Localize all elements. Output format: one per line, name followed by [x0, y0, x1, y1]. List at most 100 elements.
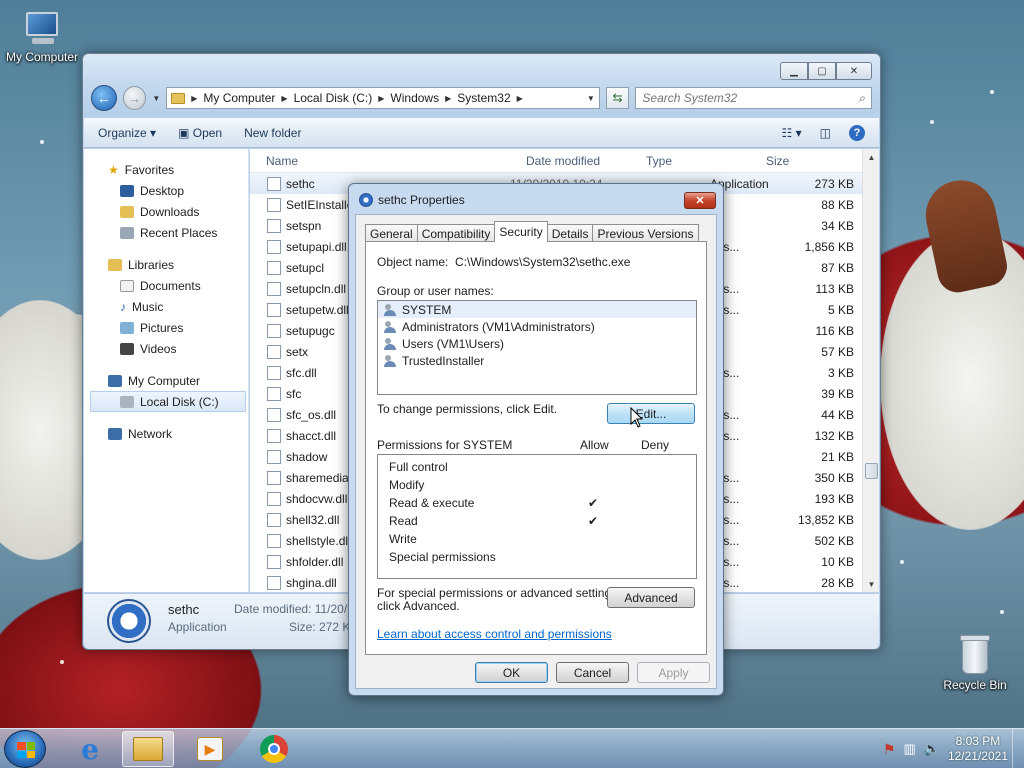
taskbar-chrome[interactable] [248, 731, 300, 767]
recent-pages-dropdown[interactable]: ▼ [152, 94, 160, 103]
address-bar[interactable]: ▶ My Computer ▶ Local Disk (C:) ▶ Window… [166, 87, 600, 109]
nav-my-computer[interactable]: My Computer [84, 370, 248, 391]
navigation-pane: ★ Favorites Desktop Downloads Recent Plac… [84, 149, 249, 592]
window-controls: ▁ ▢ ✕ [780, 62, 872, 80]
show-desktop-button[interactable] [1012, 729, 1024, 768]
computer-icon [22, 10, 62, 48]
breadcrumb-my-computer[interactable]: My Computer [203, 91, 275, 105]
taskbar-internet-explorer[interactable]: e [64, 731, 116, 767]
new-folder-button[interactable]: New folder [244, 126, 301, 140]
desktop-icon-label: My Computer [5, 50, 79, 64]
back-button[interactable]: ← [91, 85, 117, 111]
breadcrumb-system32[interactable]: System32 [457, 91, 510, 105]
nav-network[interactable]: Network [84, 423, 248, 444]
action-center-icon[interactable]: ⚑ [883, 741, 896, 758]
start-button[interactable] [4, 730, 46, 768]
user-list-item[interactable]: SYSTEM [378, 301, 696, 318]
taskbar-windows-explorer[interactable] [122, 731, 174, 767]
column-header-date[interactable]: Date modified [510, 154, 630, 168]
search-input[interactable] [642, 91, 859, 105]
nav-videos[interactable]: Videos [84, 338, 248, 359]
open-button[interactable]: ▣ Open [178, 126, 222, 140]
chevron-right-icon[interactable]: ▶ [281, 94, 287, 103]
nav-music[interactable]: ♪ Music [84, 296, 248, 317]
file-size-cell: 193 KB [814, 491, 854, 506]
file-size-cell: 13,852 KB [797, 512, 854, 527]
recycle-bin-icon [958, 632, 992, 676]
drive-icon [120, 395, 134, 408]
clock[interactable]: 8:03 PM 12/21/2021 [948, 734, 1008, 764]
desktop-icon-recycle-bin[interactable]: Recycle Bin [933, 632, 1017, 692]
mouse-cursor-icon [630, 407, 644, 428]
scroll-up-icon[interactable]: ▲ [863, 149, 880, 165]
taskbar-media-player[interactable]: ▶ [184, 731, 236, 767]
maximize-button[interactable]: ▢ [808, 62, 836, 80]
tab-previous-versions[interactable]: Previous Versions [592, 224, 699, 242]
desktop-icon-my-computer[interactable]: My Computer [0, 10, 84, 64]
ok-button[interactable]: OK [475, 662, 548, 683]
tab-security[interactable]: Security [494, 221, 548, 242]
user-list[interactable]: SYSTEM Administrators (VM1\Administrator… [377, 300, 697, 395]
apply-button[interactable]: Apply [637, 662, 710, 683]
file-size-cell: 87 KB [821, 260, 854, 275]
chevron-right-icon[interactable]: ▶ [378, 94, 384, 103]
nav-pictures[interactable]: Pictures [84, 317, 248, 338]
permission-allow-check: ✔ [588, 496, 599, 510]
file-size-cell: 34 KB [821, 218, 854, 233]
user-list-item[interactable]: TrustedInstaller [378, 352, 696, 369]
nav-downloads[interactable]: Downloads [84, 201, 248, 222]
scroll-down-icon[interactable]: ▼ [863, 576, 880, 592]
address-dropdown-icon[interactable]: ▼ [587, 94, 595, 103]
volume-icon[interactable]: 🔈 [924, 741, 940, 757]
chevron-right-icon[interactable]: ▶ [191, 94, 197, 103]
permission-row: Write [377, 532, 697, 550]
help-icon[interactable]: ? [849, 124, 865, 141]
tab-details[interactable]: Details [546, 224, 594, 242]
tab-compatibility[interactable]: Compatibility [416, 224, 496, 242]
tab-general[interactable]: General [365, 224, 418, 242]
file-icon [267, 386, 281, 401]
close-button[interactable]: ✕ [836, 62, 872, 80]
nav-favorites[interactable]: ★ Favorites [84, 159, 248, 180]
advanced-button[interactable]: Advanced [607, 587, 695, 608]
preview-pane-icon[interactable]: ◫ [820, 126, 831, 140]
chevron-right-icon[interactable]: ▶ [445, 94, 451, 103]
organize-menu[interactable]: Organize ▾ [98, 126, 156, 140]
permission-allow-check: ✔ [588, 514, 599, 528]
learn-access-control-link[interactable]: Learn about access control and permissio… [377, 627, 612, 641]
minimize-button[interactable]: ▁ [780, 62, 808, 80]
vertical-scrollbar[interactable]: ▲ ▼ [862, 149, 879, 592]
column-header-type[interactable]: Type [630, 154, 750, 168]
view-options-icon[interactable]: ☷ ▾ [782, 126, 802, 140]
forward-button[interactable]: → [122, 86, 147, 110]
edit-button[interactable]: Edit... [607, 403, 695, 424]
nav-local-disk[interactable]: Local Disk (C:) [90, 391, 246, 412]
chevron-right-icon[interactable]: ▶ [517, 94, 523, 103]
user-list-item[interactable]: Users (VM1\Users) [378, 335, 696, 352]
nav-documents[interactable]: Documents [84, 275, 248, 296]
nav-desktop[interactable]: Desktop [84, 180, 248, 201]
file-icon [267, 575, 281, 590]
file-size-cell: 502 KB [814, 533, 854, 548]
cancel-button[interactable]: Cancel [556, 662, 629, 683]
tab-strip: General Compatibility Security Details P… [365, 221, 699, 242]
breadcrumb-windows[interactable]: Windows [390, 91, 439, 105]
user-list-item[interactable]: Administrators (VM1\Administrators) [378, 318, 696, 335]
object-name-value: C:\Windows\System32\sethc.exe [455, 255, 631, 269]
file-size-cell: 350 KB [814, 470, 854, 485]
breadcrumb-local-disk[interactable]: Local Disk (C:) [294, 91, 373, 105]
permission-row: Special permissions [377, 550, 697, 568]
column-header-size[interactable]: Size [750, 154, 850, 168]
music-icon: ♪ [120, 299, 126, 314]
command-bar: Organize ▾ ▣ Open New folder ☷ ▾ ◫ ? [84, 118, 879, 148]
dialog-close-button[interactable]: ✕ [684, 192, 716, 209]
scroll-thumb[interactable] [865, 463, 878, 479]
allow-column-label: Allow [580, 438, 609, 452]
refresh-button[interactable]: ⇆ [605, 87, 630, 109]
nav-libraries[interactable]: Libraries [84, 254, 248, 275]
nav-recent-places[interactable]: Recent Places [84, 222, 248, 243]
column-header-name[interactable]: Name [250, 154, 510, 168]
network-icon[interactable]: ▥ [903, 741, 915, 757]
media-player-icon: ▶ [197, 737, 223, 761]
search-icon[interactable]: ⌕ [858, 91, 865, 106]
